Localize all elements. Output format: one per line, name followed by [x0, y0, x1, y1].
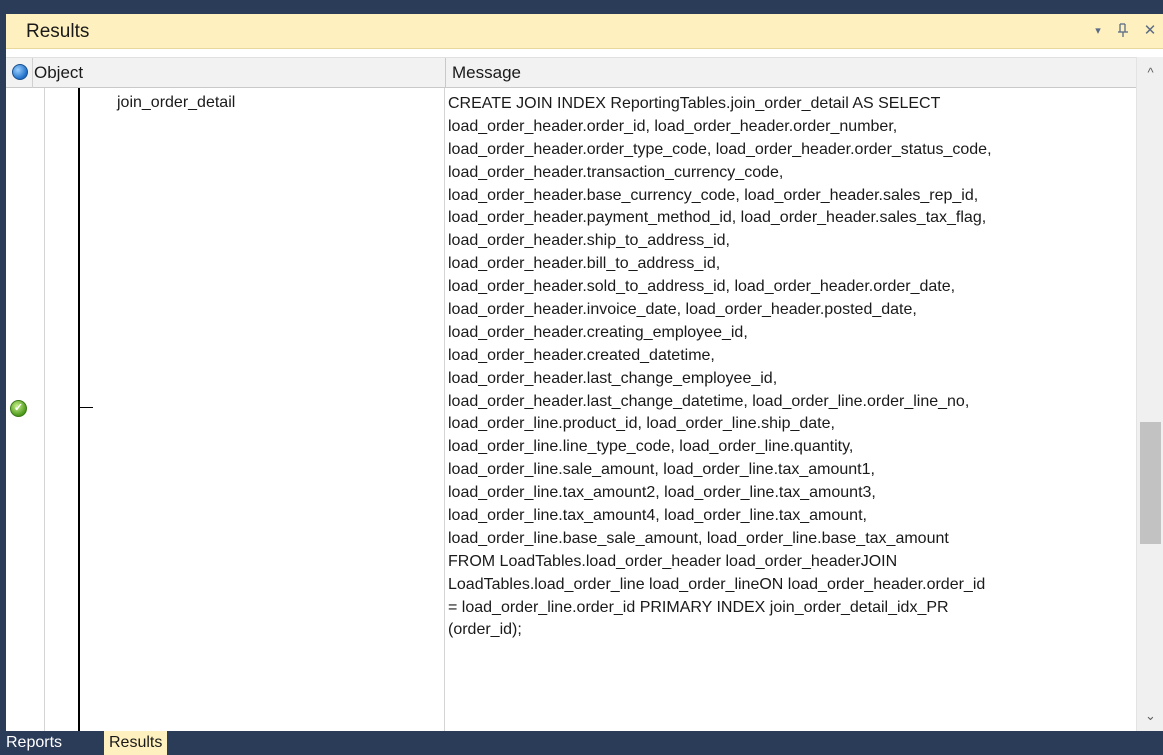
message-line: load_order_line.product_id, load_order_l… — [448, 415, 835, 433]
tab-results[interactable]: Results — [104, 731, 168, 755]
row-message: CREATE JOIN INDEX ReportingTables.join_o… — [448, 93, 1138, 711]
message-line: (order_id); — [448, 621, 522, 639]
message-line: load_order_header.order_type_code, load_… — [448, 140, 992, 158]
message-line: load_order_line.sale_amount, load_order_… — [448, 461, 875, 479]
message-line: load_order_header.bill_to_address_id, — [448, 255, 721, 273]
message-line: load_order_line.line_type_code, load_ord… — [448, 438, 854, 456]
info-icon — [12, 64, 28, 80]
scroll-down-arrow-icon[interactable]: ⌄ — [1137, 701, 1163, 731]
scroll-thumb[interactable] — [1140, 421, 1161, 544]
message-line: load_order_header.invoice_date, load_ord… — [448, 301, 917, 319]
message-line: CREATE JOIN INDEX ReportingTables.join_o… — [448, 95, 941, 112]
dropdown-icon[interactable]: ▾ — [1089, 20, 1107, 40]
row-object-name: join_order_detail — [117, 94, 236, 111]
message-line: load_order_line.tax_amount4, load_order_… — [448, 507, 867, 525]
panel-title-bar: Results ▾ ✕ — [6, 14, 1163, 49]
vertical-scrollbar[interactable]: ^ ⌄ — [1136, 57, 1163, 731]
message-line: load_order_header.last_change_datetime, … — [448, 392, 970, 410]
message-line: load_order_header.ship_to_address_id, — [448, 232, 730, 250]
message-line: load_order_header.sold_to_address_id, lo… — [448, 278, 956, 296]
message-line — [448, 688, 1138, 711]
bottom-tab-strip: Reports Results — [0, 731, 1163, 755]
message-line — [448, 642, 1138, 665]
close-icon[interactable]: ✕ — [1141, 20, 1159, 40]
message-line: load_order_header.payment_method_id, loa… — [448, 209, 987, 227]
message-line: load_order_line.tax_amount2, load_order_… — [448, 484, 876, 502]
panel-title: Results — [26, 21, 90, 42]
tree-line — [78, 88, 80, 731]
message-line: FROM LoadTables.load_order_header load_o… — [448, 552, 898, 570]
grid-header: Object Message — [6, 57, 1163, 88]
pin-icon[interactable] — [1115, 20, 1133, 40]
message-line: load_order_line.base_sale_amount, load_o… — [448, 529, 949, 547]
message-line: = load_order_line.order_id PRIMARY INDEX… — [448, 598, 949, 616]
message-line: load_order_header.created_datetime, — [448, 346, 715, 364]
table-row[interactable]: ✓ join_order_detail CREATE JOIN INDEX Re… — [6, 88, 1136, 731]
message-line: load_order_header.base_currency_code, lo… — [448, 186, 979, 204]
message-line: LoadTables.load_order_line load_order_li… — [448, 575, 986, 593]
results-panel: Results ▾ ✕ Object Message ✓ join_order_… — [0, 0, 1163, 755]
tab-reports[interactable]: Reports — [1, 731, 67, 755]
message-line: load_order_header.transaction_currency_c… — [448, 163, 784, 181]
results-grid: Object Message ✓ join_order_detail CREAT… — [6, 49, 1163, 731]
title-controls: ▾ ✕ — [1089, 20, 1159, 40]
info-column-header[interactable] — [9, 58, 29, 88]
column-divider — [44, 88, 45, 731]
column-header-message[interactable]: Message — [445, 58, 1135, 88]
message-line: load_order_header.order_id, load_order_h… — [448, 117, 898, 135]
success-check-icon: ✓ — [10, 400, 27, 417]
tree-branch — [78, 407, 93, 408]
column-header-object[interactable]: Object — [32, 58, 444, 88]
message-line: load_order_header.creating_employee_id, — [448, 323, 748, 341]
message-line: load_order_header.last_change_employee_i… — [448, 369, 778, 387]
message-line — [448, 665, 1138, 688]
pin-glyph — [1118, 23, 1128, 37]
scroll-up-arrow-icon[interactable]: ^ — [1137, 57, 1163, 87]
column-divider — [444, 88, 445, 731]
